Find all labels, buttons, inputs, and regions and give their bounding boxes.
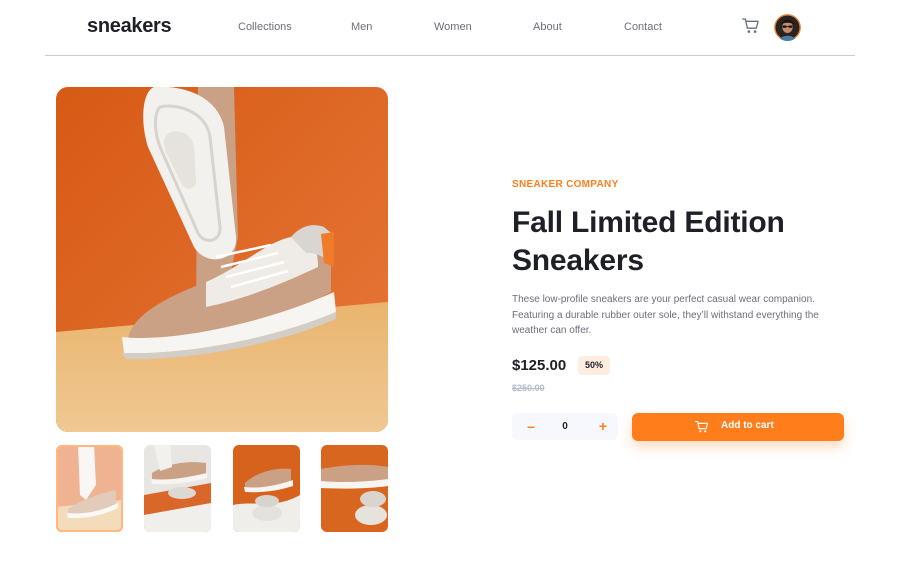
logo[interactable]: sneakers xyxy=(87,15,172,38)
quantity-value: 0 xyxy=(562,421,568,432)
product-description: These low-profile sneakers are your perf… xyxy=(512,294,819,336)
cart-button[interactable] xyxy=(742,17,760,35)
nav-link-men[interactable]: Men xyxy=(351,21,372,33)
thumbnail-4-image xyxy=(321,445,388,532)
thumbnail-4[interactable] xyxy=(321,445,388,532)
nav-link-about[interactable]: About xyxy=(533,21,562,33)
thumbnail-3[interactable] xyxy=(233,445,300,532)
site-header: sneakers Collections Men Women About Con… xyxy=(45,0,855,56)
thumbnail-2-image xyxy=(144,445,211,532)
add-to-cart-button[interactable]: Add to cart xyxy=(632,413,844,441)
user-avatar[interactable] xyxy=(774,14,801,41)
decrease-quantity-button[interactable]: – xyxy=(520,415,542,438)
quantity-stepper: – 0 + xyxy=(512,413,618,440)
increase-quantity-button[interactable]: + xyxy=(592,415,614,438)
nav-link-collections[interactable]: Collections xyxy=(238,21,292,33)
thumbnail-2[interactable] xyxy=(144,445,211,532)
nav-link-contact[interactable]: Contact xyxy=(624,21,662,33)
add-to-cart-label: Add to cart xyxy=(721,420,774,431)
discount-badge: 50% xyxy=(578,356,610,375)
current-price: $125.00 xyxy=(512,357,567,374)
avatar-image xyxy=(774,14,801,41)
product-title: Fall Limited Edition Sneakers xyxy=(512,206,785,277)
original-price: $250.00 xyxy=(512,383,545,393)
main-product-image[interactable] xyxy=(56,87,388,432)
cart-icon xyxy=(695,421,709,433)
cart-icon xyxy=(742,18,759,33)
thumbnail-1-image xyxy=(56,445,123,532)
company-name: SNEAKER COMPANY xyxy=(512,179,619,190)
thumbnail-3-image xyxy=(233,445,300,532)
sneaker-photo xyxy=(56,87,388,432)
nav-link-women[interactable]: Women xyxy=(434,21,472,33)
thumbnail-1[interactable] xyxy=(56,445,123,532)
